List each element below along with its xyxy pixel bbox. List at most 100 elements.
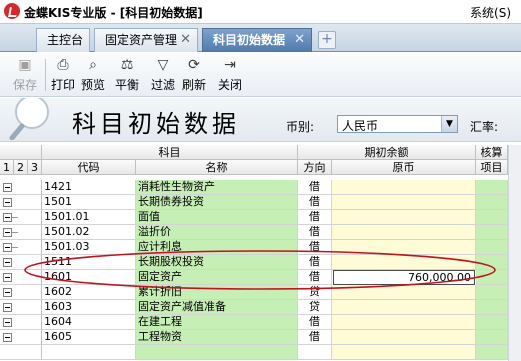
collapse-toggle-icon[interactable]	[3, 213, 12, 222]
name-cell[interactable]: 长期债券投资	[136, 195, 298, 210]
table-row[interactable]: 1511 长期股权投资 借	[0, 255, 521, 270]
name-cell[interactable]: 应计利息	[136, 240, 298, 255]
add-tab-icon[interactable]: +	[318, 31, 336, 49]
direction-cell[interactable]: 借	[298, 240, 332, 255]
amount-cell[interactable]	[332, 330, 476, 345]
code-cell[interactable]: 1601	[42, 270, 136, 285]
amount-cell[interactable]	[332, 210, 476, 225]
name-cell[interactable]: 固定资产	[136, 270, 298, 285]
code-cell[interactable]: 1603	[42, 300, 136, 315]
code-cell[interactable]: 1511	[42, 255, 136, 270]
name-cell[interactable]: 固定资产减值准备	[136, 300, 298, 315]
name-cell[interactable]: 在建工程	[136, 315, 298, 330]
header-code[interactable]: 代码	[42, 160, 136, 175]
tree-cell[interactable]	[0, 210, 42, 225]
code-cell[interactable]: 1501.01	[42, 210, 136, 225]
code-cell[interactable]: 1501.03	[42, 240, 136, 255]
tab-fixed-assets[interactable]: 固定资产管理 ✕	[94, 28, 198, 52]
direction-cell[interactable]: 借	[298, 180, 332, 195]
amount-cell[interactable]	[332, 180, 476, 195]
name-cell[interactable]: 累计折旧	[136, 285, 298, 300]
name-cell[interactable]: 长期股权投资	[136, 255, 298, 270]
tree-cell[interactable]	[0, 255, 42, 270]
item-cell[interactable]	[476, 210, 508, 225]
name-cell[interactable]: 消耗性生物资产	[136, 180, 298, 195]
tree-cell[interactable]	[0, 300, 42, 315]
amount-edit-input[interactable]: 760,000.00	[333, 270, 475, 285]
print-button[interactable]: ⎙ 打印	[46, 55, 80, 95]
direction-cell[interactable]: 借	[298, 330, 332, 345]
header-name[interactable]: 名称	[136, 160, 298, 175]
table-row-selected[interactable]: 1601 固定资产 借 760,000.00	[0, 270, 521, 285]
item-cell[interactable]	[476, 195, 508, 210]
header-direction[interactable]: 方向	[298, 160, 332, 175]
level-1-button[interactable]: 1	[0, 160, 14, 175]
save-button[interactable]: ▣ 保存	[8, 55, 42, 95]
code-cell[interactable]: 1602	[42, 285, 136, 300]
collapse-toggle-icon[interactable]	[3, 288, 12, 297]
table-row[interactable]: 1501.03 应计利息 借	[0, 240, 521, 255]
table-row[interactable]: 1602 累计折旧 贷	[0, 285, 521, 300]
close-button[interactable]: ⇥ 关闭	[213, 55, 247, 95]
direction-cell[interactable]: 借	[298, 195, 332, 210]
item-cell[interactable]	[476, 330, 508, 345]
chevron-down-icon[interactable]: ▼	[441, 116, 457, 132]
code-cell[interactable]: 1421	[42, 180, 136, 195]
tree-cell[interactable]	[0, 270, 42, 285]
collapse-toggle-icon[interactable]	[3, 273, 12, 282]
table-row[interactable]: 1501.01 面值 借	[0, 210, 521, 225]
level-3-button[interactable]: 3	[28, 160, 42, 175]
item-cell[interactable]	[476, 180, 508, 195]
direction-cell[interactable]: 借	[298, 255, 332, 270]
table-row[interactable]: 1501.02 溢折价 借	[0, 225, 521, 240]
code-cell[interactable]: 1605	[42, 330, 136, 345]
collapse-toggle-icon[interactable]	[3, 318, 12, 327]
collapse-toggle-icon[interactable]	[3, 183, 12, 192]
amount-cell[interactable]	[332, 285, 476, 300]
item-cell[interactable]	[476, 285, 508, 300]
name-cell[interactable]: 溢折价	[136, 225, 298, 240]
tree-cell[interactable]	[0, 240, 42, 255]
direction-cell[interactable]: 贷	[298, 300, 332, 315]
direction-cell[interactable]: 借	[298, 270, 332, 285]
tab-main-console[interactable]: 主控台	[36, 28, 90, 52]
item-cell[interactable]	[476, 225, 508, 240]
item-cell[interactable]	[476, 240, 508, 255]
tree-cell[interactable]	[0, 315, 42, 330]
name-cell[interactable]: 工程物资	[136, 330, 298, 345]
amount-cell[interactable]	[332, 300, 476, 315]
collapse-toggle-icon[interactable]	[3, 303, 12, 312]
header-item[interactable]: 项目	[476, 160, 508, 175]
tree-cell[interactable]	[0, 195, 42, 210]
table-row[interactable]: 1421 消耗性生物资产 借	[0, 180, 521, 195]
item-cell[interactable]	[476, 270, 508, 285]
item-cell[interactable]	[476, 255, 508, 270]
balance-button[interactable]: ⚖ 平衡	[110, 55, 144, 95]
currency-select[interactable]: 人民币 ▼	[337, 115, 458, 133]
amount-cell[interactable]	[332, 315, 476, 330]
code-cell[interactable]: 1501	[42, 195, 136, 210]
direction-cell[interactable]: 借	[298, 225, 332, 240]
collapse-toggle-icon[interactable]	[3, 333, 12, 342]
table-row[interactable]: 1501 长期债券投资 借	[0, 195, 521, 210]
direction-cell[interactable]: 贷	[298, 285, 332, 300]
item-cell[interactable]	[476, 315, 508, 330]
tree-cell[interactable]	[0, 225, 42, 240]
tree-cell[interactable]	[0, 180, 42, 195]
name-cell[interactable]: 面值	[136, 210, 298, 225]
header-original-currency[interactable]: 原币	[332, 160, 476, 175]
refresh-button[interactable]: ⟳ 刷新	[177, 55, 211, 95]
tab-close-icon[interactable]: ✕	[180, 29, 191, 51]
tab-subject-initial-data[interactable]: 科目初始数据 ✕	[202, 28, 312, 52]
tab-close-icon[interactable]: ✕	[294, 29, 305, 51]
table-row[interactable]: 1603 固定资产减值准备 贷	[0, 300, 521, 315]
table-row[interactable]: 1605 工程物资 借	[0, 330, 521, 345]
item-cell[interactable]	[476, 300, 508, 315]
vertical-scrollbar[interactable]	[508, 145, 521, 361]
tree-cell[interactable]	[0, 285, 42, 300]
code-cell[interactable]: 1501.02	[42, 225, 136, 240]
direction-cell[interactable]: 借	[298, 210, 332, 225]
collapse-toggle-icon[interactable]	[3, 243, 12, 252]
level-2-button[interactable]: 2	[14, 160, 28, 175]
preview-button[interactable]: ⌕ 预览	[76, 55, 110, 95]
